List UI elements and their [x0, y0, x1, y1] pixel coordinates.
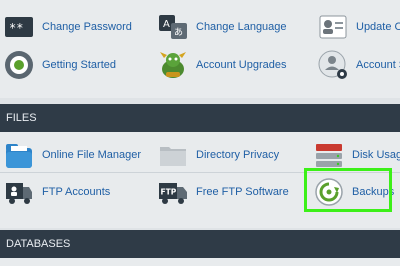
- disk-usage-link[interactable]: Disk Usage: [314, 140, 400, 170]
- getting-started-link[interactable]: Getting Started: [4, 50, 116, 80]
- password-glyph: **: [9, 21, 23, 35]
- language-icon: A あ: [158, 12, 188, 42]
- ftp-accounts-icon: [4, 177, 34, 207]
- contact-card-icon: [318, 12, 348, 42]
- ftp-accounts-link[interactable]: FTP Accounts: [4, 177, 110, 207]
- free-ftp-software-label: Free FTP Software: [196, 186, 289, 198]
- update-contact-link[interactable]: Update Con: [318, 12, 400, 42]
- language-glyph-a: A: [163, 19, 170, 30]
- databases-section-header[interactable]: DATABASES: [0, 230, 400, 258]
- getting-started-label: Getting Started: [42, 59, 116, 71]
- account-settings-link[interactable]: Account Set: [318, 50, 400, 80]
- account-settings-label: Account Set: [356, 59, 400, 71]
- getting-started-icon: [4, 50, 34, 80]
- online-file-manager-link[interactable]: Online File Manager: [4, 140, 141, 170]
- account-settings-icon: [318, 50, 348, 80]
- change-password-link[interactable]: ** Change Password: [4, 12, 132, 42]
- directory-privacy-link[interactable]: Directory Privacy: [158, 140, 279, 170]
- change-language-label: Change Language: [196, 21, 287, 33]
- free-ftp-software-link[interactable]: FTP Free FTP Software: [158, 177, 289, 207]
- update-contact-label: Update Con: [356, 21, 400, 33]
- disk-usage-label: Disk Usage: [352, 149, 400, 161]
- directory-privacy-label: Directory Privacy: [196, 149, 280, 161]
- ftp-glyph: FTP: [161, 188, 177, 197]
- folder-icon: [158, 140, 188, 170]
- account-upgrades-label: Account Upgrades: [196, 59, 287, 71]
- backups-highlight-box: [304, 168, 392, 212]
- ftp-accounts-label: FTP Accounts: [42, 186, 111, 198]
- file-manager-icon: [4, 140, 34, 170]
- ftp-truck-icon: FTP: [158, 177, 188, 207]
- online-file-manager-label: Online File Manager: [42, 149, 142, 161]
- language-glyph-b: あ: [174, 27, 183, 38]
- dragon-icon: [158, 50, 188, 80]
- change-language-link[interactable]: A あ Change Language: [158, 12, 287, 42]
- change-password-label: Change Password: [42, 21, 132, 33]
- account-upgrades-link[interactable]: Account Upgrades: [158, 50, 287, 80]
- password-icon: **: [4, 12, 34, 42]
- disk-usage-icon: [314, 140, 344, 170]
- databases-panel: [0, 258, 400, 266]
- files-section-header[interactable]: FILES: [0, 104, 400, 132]
